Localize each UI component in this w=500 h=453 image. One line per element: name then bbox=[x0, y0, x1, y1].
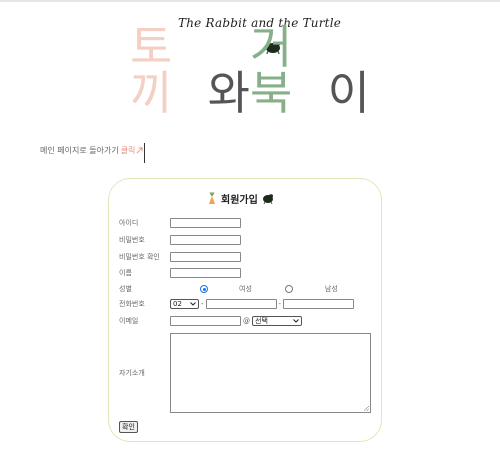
email-domain-select[interactable]: 선택 bbox=[252, 316, 302, 326]
gender-male-radio[interactable] bbox=[284, 285, 293, 293]
arrow-up-right-icon bbox=[136, 147, 143, 154]
id-input[interactable] bbox=[170, 218, 241, 228]
signup-title: 회원가입 bbox=[221, 195, 258, 206]
submit-button[interactable]: 확인 bbox=[119, 421, 138, 433]
intro-label: 자기소개 bbox=[119, 369, 145, 377]
password-confirm-label: 비밀번호 확인 bbox=[119, 253, 160, 261]
password-confirm-input[interactable] bbox=[170, 252, 241, 262]
title-rabbit: 토끼 bbox=[130, 20, 173, 120]
click-text: 클릭 bbox=[120, 146, 136, 155]
top-divider bbox=[0, 0, 500, 2]
row-id: 아이디 bbox=[119, 217, 241, 229]
chevron-down-icon bbox=[293, 319, 299, 323]
phone-prefix-value: 02 bbox=[173, 300, 182, 308]
phone-prefix-select[interactable]: 02 bbox=[170, 299, 199, 309]
main-title: 토끼 와 거북 이 bbox=[130, 24, 370, 120]
title-suffix: 이 bbox=[327, 66, 370, 120]
password-input[interactable] bbox=[170, 235, 241, 245]
title-turtle: 거북 bbox=[250, 20, 293, 120]
back-to-main-link[interactable]: 메인 페이지로 돌아가기 클릭 bbox=[40, 145, 143, 156]
phone-middle-input[interactable] bbox=[205, 299, 277, 309]
row-gender: 성별 여성 남성 bbox=[119, 283, 338, 295]
turtle-icon bbox=[262, 194, 273, 204]
name-input[interactable] bbox=[170, 268, 241, 278]
row-email: 이메일 @ 선택 bbox=[119, 315, 302, 327]
text-cursor bbox=[144, 143, 145, 163]
password-label: 비밀번호 bbox=[119, 236, 145, 244]
back-to-main-text: 메인 페이지로 돌아가기 bbox=[40, 146, 119, 155]
resize-handle[interactable] bbox=[364, 406, 369, 411]
carrot-icon bbox=[209, 192, 215, 204]
gender-label: 성별 bbox=[119, 285, 132, 293]
gender-female-label: 여성 bbox=[239, 285, 252, 293]
phone-dash-1: - bbox=[201, 300, 204, 308]
row-name: 이름 bbox=[119, 267, 241, 279]
email-local-input[interactable] bbox=[170, 316, 241, 326]
gender-female-radio[interactable] bbox=[200, 285, 208, 293]
phone-last-input[interactable] bbox=[283, 299, 355, 309]
email-at-sign: @ bbox=[243, 317, 250, 325]
row-intro: 자기소개 bbox=[119, 333, 371, 413]
email-label: 이메일 bbox=[119, 317, 139, 325]
row-password: 비밀번호 bbox=[119, 234, 241, 246]
card-header: 회원가입 bbox=[207, 191, 274, 206]
chevron-down-icon bbox=[190, 302, 196, 306]
id-label: 아이디 bbox=[119, 219, 139, 227]
row-phone: 전화번호 02 - - bbox=[119, 298, 355, 310]
row-password-confirm: 비밀번호 확인 bbox=[119, 251, 241, 263]
intro-textarea[interactable] bbox=[170, 333, 371, 413]
gender-male-label: 남성 bbox=[324, 285, 338, 293]
name-label: 이름 bbox=[119, 269, 132, 277]
phone-dash-2: - bbox=[278, 300, 282, 308]
signup-card: 회원가입 아이디 비밀번호 비밀번호 확인 이름 성별 여성 남성 전화번호 0… bbox=[108, 178, 382, 442]
title-and: 와 bbox=[207, 66, 250, 120]
phone-label: 전화번호 bbox=[119, 300, 145, 308]
email-domain-value: 선택 bbox=[255, 317, 268, 325]
